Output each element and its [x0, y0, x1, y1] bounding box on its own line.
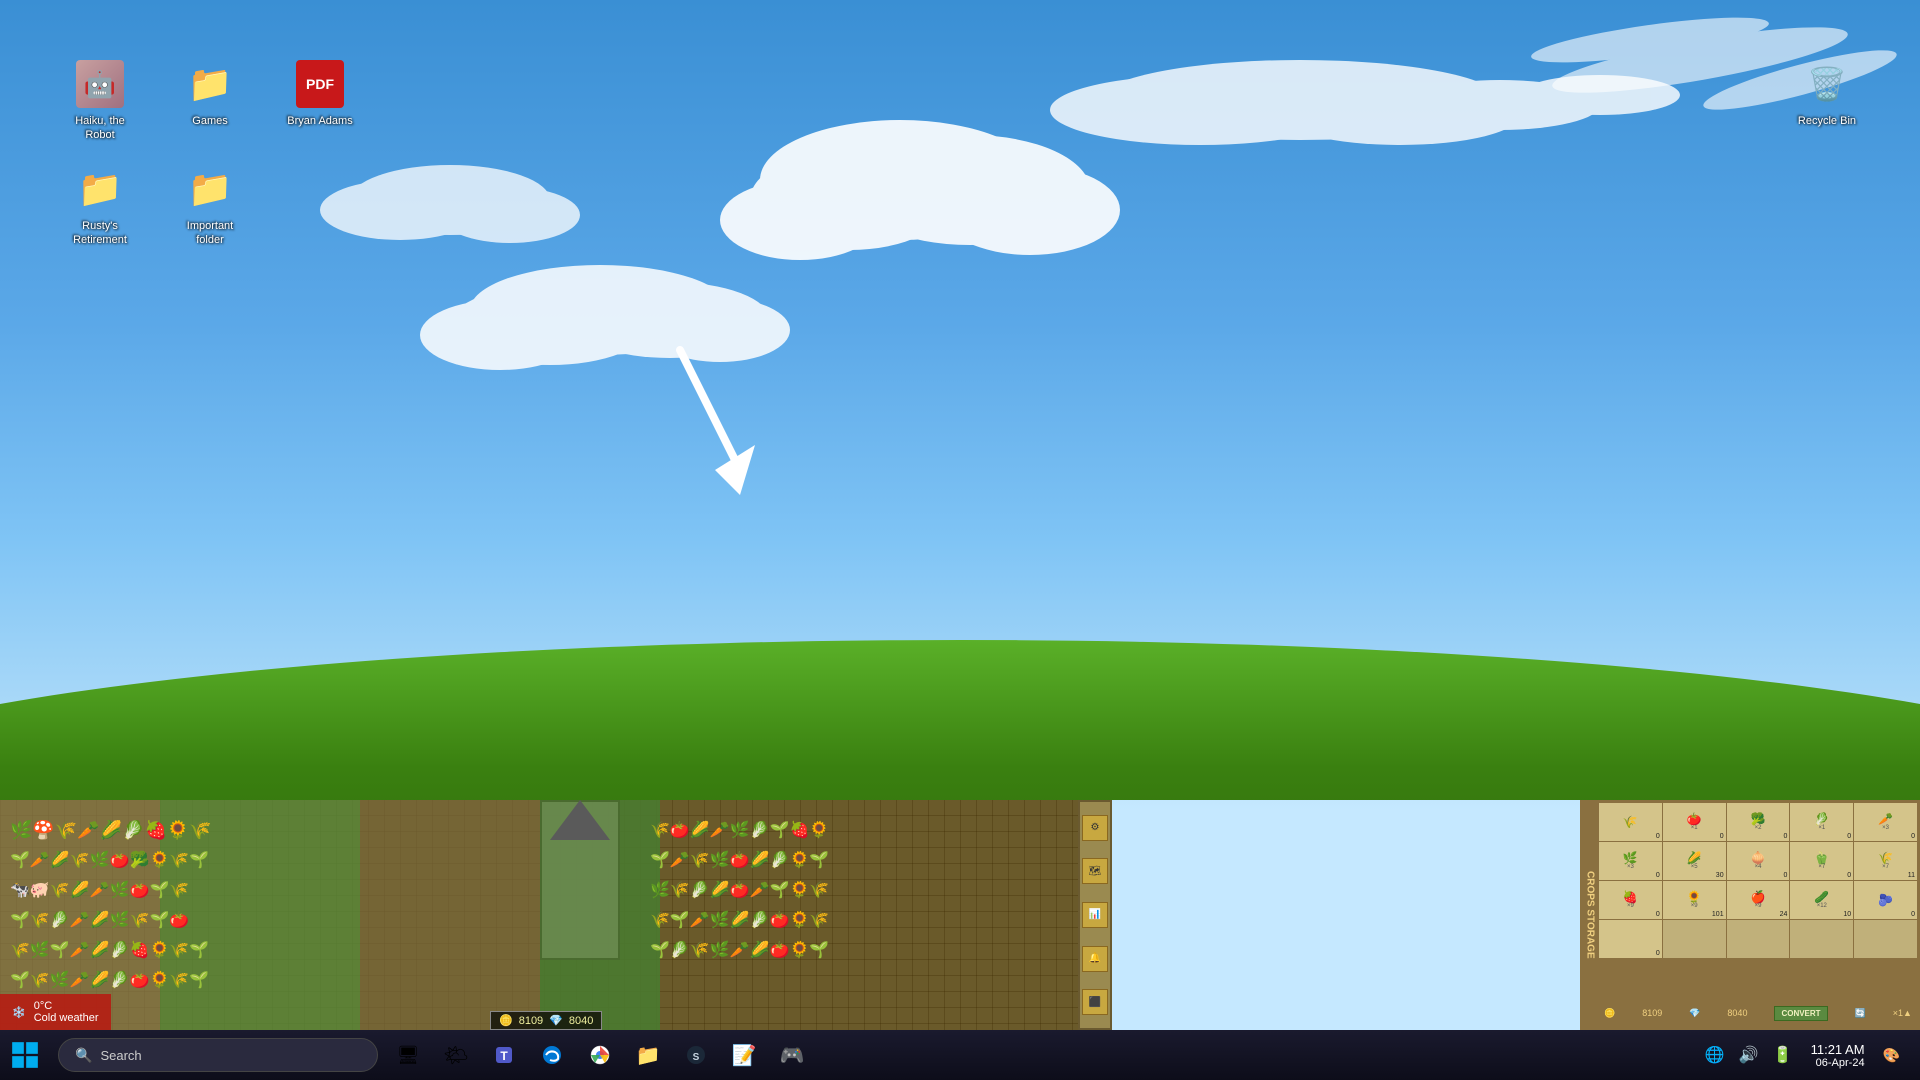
taskbar-task-view[interactable]: 🖥	[386, 1033, 430, 1077]
taskbar-teams[interactable]: T	[482, 1033, 526, 1077]
crop-cell-8[interactable]: 🫑0×7	[1790, 842, 1853, 880]
crop-cell-6[interactable]: 🌽30×5	[1663, 842, 1726, 880]
icon-rustys-retirement[interactable]: 📁 Rusty's Retirement	[60, 165, 140, 250]
taskbar-steam[interactable]: S	[674, 1033, 718, 1077]
svg-text:T: T	[500, 1049, 508, 1063]
clock-time: 11:21 AM	[1811, 1042, 1865, 1057]
weather-icon: ❄️	[12, 1006, 26, 1019]
tray-network[interactable]: 🌐	[1701, 1043, 1729, 1067]
crop-cell-1[interactable]: 🍅0×1	[1663, 803, 1726, 841]
icon-haiku-robot[interactable]: 🤖 Haiku, the Robot	[60, 60, 140, 145]
taskbar-tray: 🌐 🔊 🔋 11:21 AM 06-Apr-24 🎨	[1701, 1030, 1920, 1080]
desktop: 🤖 Haiku, the Robot 📁 Games PDF Bryan Ada…	[0, 0, 1920, 1080]
crops-gem-icon: 💎	[1689, 1008, 1700, 1019]
taskbar-chrome[interactable]	[578, 1033, 622, 1077]
weather-temp: 0°C	[34, 1000, 99, 1012]
weather-widget: ❄️ 0°C Cold weather	[0, 994, 111, 1030]
game-window[interactable]: 🌿🍄🌾🥕🌽🥬🍓🌻🌾 🌱🥕🌽🌾🌿🍅🥦🌻🌾🌱 🐄🐖🌾🌽🥕🌿🍅🌱🌾 🌱🌾🥬🥕🌽🌿🌾🌱🍅…	[0, 800, 1110, 1030]
taskbar-explorer[interactable]: 📁	[626, 1033, 670, 1077]
crop-cell-16	[1663, 920, 1726, 958]
coin-icon: 🪙	[499, 1014, 513, 1027]
crops-coin-icon: 🪙	[1604, 1008, 1615, 1019]
icon-games[interactable]: 📁 Games	[170, 60, 250, 145]
search-icon: 🔍	[75, 1047, 92, 1064]
icon-recycle-bin[interactable]: 🗑️ Recycle Bin	[1794, 60, 1860, 130]
taskbar-app[interactable]: 🎮	[770, 1033, 814, 1077]
crops-storage-panel: CROPS STORAGE 🌾0 🍅0×1 🥦0×2 🥬0×1 🥕0×3 🌿0×…	[1580, 800, 1920, 1030]
gem-count: 8040	[569, 1015, 593, 1027]
crop-cell-7[interactable]: 🧅0×4	[1727, 842, 1790, 880]
crops-bottom-bar: 🪙 8109 💎 8040 CONVERT 🔄 ×1▲	[1598, 998, 1918, 1028]
tray-battery[interactable]: 🔋	[1769, 1043, 1797, 1067]
crop-cell-19	[1854, 920, 1917, 958]
taskbar-edge[interactable]	[530, 1033, 574, 1077]
tray-color[interactable]: 🎨	[1879, 1045, 1904, 1066]
crop-cell-13[interactable]: 🥒10×12	[1790, 881, 1853, 919]
system-clock[interactable]: 11:21 AM 06-Apr-24	[1803, 1038, 1873, 1073]
icon-important-folder[interactable]: 📁 Important folder	[170, 165, 250, 250]
crop-cell-14[interactable]: 🫐0	[1854, 881, 1917, 919]
coin-count: 8109	[519, 1015, 543, 1027]
svg-text:S: S	[693, 1052, 700, 1063]
start-button[interactable]	[0, 1030, 50, 1080]
icon-bryan-adams[interactable]: PDF Bryan Adams	[280, 60, 360, 145]
clock-date: 06-Apr-24	[1811, 1057, 1865, 1069]
crop-cell-2[interactable]: 🥦0×2	[1727, 803, 1790, 841]
crop-cell-17	[1727, 920, 1790, 958]
side-btn-5[interactable]: ⬛	[1082, 989, 1108, 1015]
crops-grid: 🌾0 🍅0×1 🥦0×2 🥬0×1 🥕0×3 🌿0×3 🌽30×5 🧅0×4 🫑…	[1598, 802, 1918, 998]
taskbar: 🔍 Search 🖥 🌤 T 📁 S 📝 🎮 🌐	[0, 1030, 1920, 1080]
crop-cell-18	[1790, 920, 1853, 958]
game-scene: 🌿🍄🌾🥕🌽🥬🍓🌻🌾 🌱🥕🌽🌾🌿🍅🥦🌻🌾🌱 🐄🐖🌾🌽🥕🌿🍅🌱🌾 🌱🌾🥬🥕🌽🌿🌾🌱🍅…	[0, 800, 1110, 1030]
side-btn-3[interactable]: 📊	[1082, 902, 1108, 928]
taskbar-widgets[interactable]: 🌤	[434, 1033, 478, 1077]
crops-gem-count: 8040	[1727, 1008, 1747, 1018]
crops-coin-count: 8109	[1642, 1008, 1662, 1018]
game-resource-bar: 🪙 8109 💎 8040	[490, 1011, 602, 1030]
convert-button[interactable]: CONVERT	[1774, 1006, 1827, 1021]
search-bar[interactable]: 🔍 Search	[58, 1038, 378, 1072]
weather-condition: Cold weather	[34, 1012, 99, 1024]
crop-cell-4[interactable]: 🥕0×3	[1854, 803, 1917, 841]
crop-cell-15[interactable]: 0	[1599, 920, 1662, 958]
crop-cell-9[interactable]: 🌾11×7	[1854, 842, 1917, 880]
crop-cell-3[interactable]: 🥬0×1	[1790, 803, 1853, 841]
crops-storage-header: CROPS STORAGE	[1582, 802, 1598, 1028]
crop-cell-11[interactable]: 🌻101×9	[1663, 881, 1726, 919]
convert-count: ×1▲	[1893, 1008, 1912, 1018]
search-input[interactable]: Search	[100, 1048, 141, 1063]
side-btn-2[interactable]: 🗺	[1082, 858, 1108, 884]
gem-icon: 💎	[549, 1014, 563, 1027]
side-btn-4[interactable]: 🔔	[1082, 946, 1108, 972]
convert-icon: 🔄	[1855, 1008, 1866, 1019]
taskbar-notepad[interactable]: 📝	[722, 1033, 766, 1077]
crop-cell-10[interactable]: 🍓0×9	[1599, 881, 1662, 919]
taskbar-center-icons: 🖥 🌤 T 📁 S 📝 🎮	[386, 1033, 814, 1077]
side-panel: ⚙ 🗺 📊 🔔 ⬛	[1078, 800, 1112, 1030]
crop-cell-5[interactable]: 🌿0×3	[1599, 842, 1662, 880]
side-btn-1[interactable]: ⚙	[1082, 815, 1108, 841]
desktop-icons-area: 🤖 Haiku, the Robot 📁 Games PDF Bryan Ada…	[60, 60, 360, 249]
tray-volume[interactable]: 🔊	[1735, 1043, 1763, 1067]
crop-cell-0[interactable]: 🌾0	[1599, 803, 1662, 841]
crop-cell-12[interactable]: 🍎24×9	[1727, 881, 1790, 919]
windows-logo-icon	[11, 1041, 39, 1069]
